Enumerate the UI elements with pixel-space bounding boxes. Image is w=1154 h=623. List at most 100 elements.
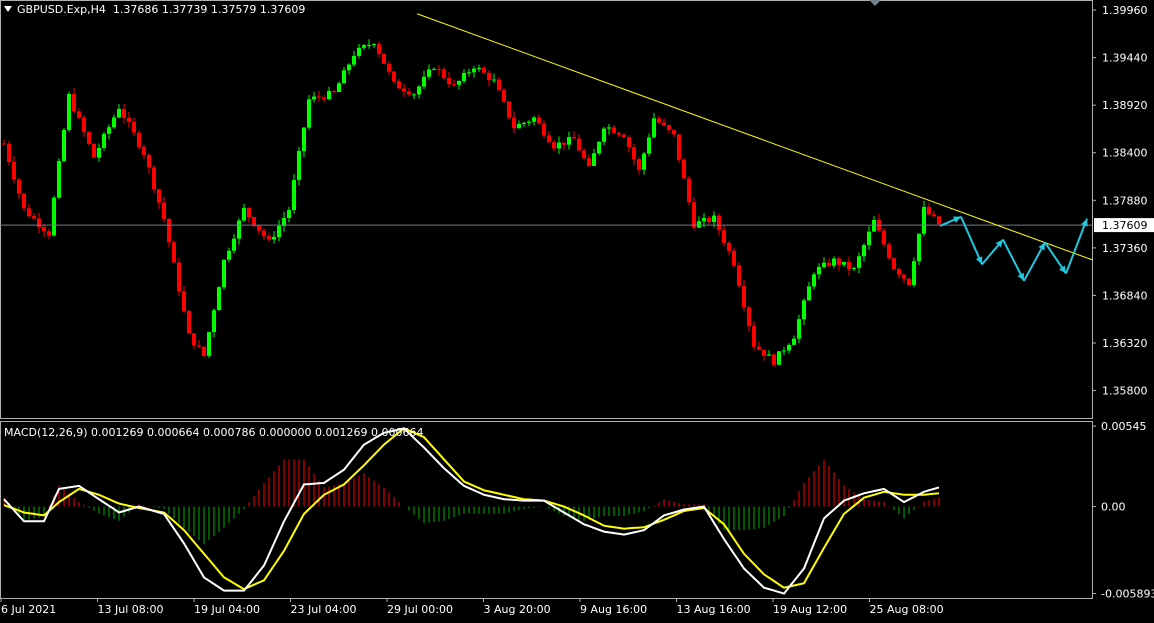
candle-body — [532, 117, 536, 122]
candle-body — [857, 256, 861, 268]
candle — [407, 88, 411, 97]
candle-body — [2, 143, 6, 145]
candle-body — [97, 147, 101, 158]
candle-body — [762, 349, 766, 356]
candle-body — [637, 159, 641, 170]
chart-svg[interactable]: 1.39960 1.39440 1.38920 1.38400 1.37880 1.373… — [0, 0, 1154, 619]
candle — [542, 120, 546, 139]
candle-body — [817, 267, 821, 275]
candle — [27, 204, 31, 218]
candle — [887, 242, 891, 260]
candle-body — [937, 216, 941, 225]
candle-body — [42, 227, 46, 232]
candle — [107, 124, 111, 140]
candle — [172, 240, 176, 263]
candle-body — [882, 230, 886, 245]
candle-body — [442, 69, 446, 79]
candle-body — [107, 127, 111, 134]
candle — [802, 298, 806, 325]
candle — [457, 80, 461, 90]
candle — [812, 272, 816, 290]
candle-body — [62, 129, 66, 162]
symbol-menu-icon[interactable] — [4, 6, 12, 12]
candle-body — [552, 142, 556, 149]
candle-body — [507, 101, 511, 118]
candle — [12, 156, 16, 184]
candle — [317, 90, 321, 103]
candle-body — [167, 218, 171, 243]
candle — [567, 131, 571, 150]
candle — [877, 213, 881, 232]
candle — [512, 111, 516, 134]
candle-body — [462, 72, 466, 82]
candle — [187, 310, 191, 334]
candle-body — [47, 231, 51, 236]
candle — [347, 63, 351, 75]
candle — [397, 78, 401, 89]
candle — [522, 121, 526, 128]
candle — [82, 115, 86, 137]
candle — [87, 131, 91, 146]
candle-body — [72, 94, 76, 112]
candle — [832, 256, 836, 269]
candle-body — [502, 90, 506, 102]
candle-body — [242, 207, 246, 221]
candle — [402, 83, 406, 97]
candle-body — [257, 225, 261, 231]
candle-body — [77, 111, 81, 118]
candle-body — [382, 53, 386, 64]
candle-body — [57, 161, 61, 198]
candle — [127, 111, 131, 128]
candle — [357, 43, 361, 59]
candle-body — [867, 231, 871, 246]
candle — [742, 279, 746, 312]
overlay-lines — [0, 13, 1093, 282]
candle-body — [377, 44, 381, 54]
chart-stage[interactable]: 1.39960 1.39440 1.38920 1.38400 1.37880 1.373… — [0, 0, 1154, 619]
candle-body — [672, 130, 676, 135]
candle — [687, 175, 691, 206]
candle — [277, 220, 281, 242]
candle — [697, 216, 701, 229]
candle-body — [612, 127, 616, 133]
candle — [72, 88, 76, 113]
candle — [77, 108, 81, 120]
candle — [367, 39, 371, 49]
candle — [907, 278, 911, 287]
candle — [157, 188, 161, 209]
candle-body — [392, 71, 396, 82]
candle — [227, 247, 231, 263]
candle-body — [172, 242, 176, 263]
candle — [807, 281, 811, 301]
candle-body — [397, 81, 401, 89]
candle — [527, 120, 531, 127]
candle-body — [662, 122, 666, 126]
price-axis-label: 1.37360 — [1102, 242, 1148, 255]
candle — [382, 53, 386, 65]
candle — [867, 226, 871, 250]
symbol-label[interactable]: GBPUSD.Exp,H4 — [17, 3, 106, 16]
candle-body — [302, 127, 306, 151]
candle-body — [622, 134, 626, 138]
candle — [392, 70, 396, 84]
candle-body — [307, 99, 311, 128]
candle-body — [842, 261, 846, 265]
candle-body — [627, 137, 631, 148]
candle-body — [632, 147, 636, 160]
macd-group — [3, 427, 940, 595]
candle-body — [847, 261, 851, 269]
candle — [617, 131, 621, 137]
candle-body — [537, 117, 541, 124]
candle-body — [122, 108, 126, 118]
candle-body — [422, 76, 426, 87]
candle — [297, 146, 301, 186]
time-axis-label: 25 Aug 08:00 — [870, 603, 944, 616]
candle-body — [487, 72, 491, 81]
candle-body — [737, 265, 741, 287]
candle — [452, 79, 456, 87]
candle-body — [812, 274, 816, 287]
candle — [592, 148, 596, 167]
candle-body — [597, 141, 601, 154]
candle — [67, 91, 71, 133]
candle-body — [432, 68, 436, 70]
